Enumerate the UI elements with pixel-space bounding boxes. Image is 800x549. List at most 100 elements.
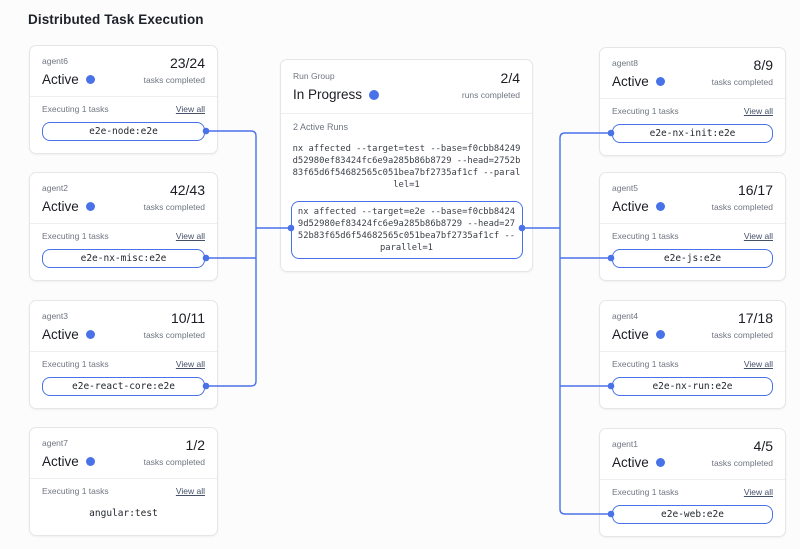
active-status-dot-icon bbox=[656, 458, 665, 467]
agent-card-body: Executing 1 tasks View all angular:test bbox=[30, 478, 217, 535]
executing-label: Executing 1 tasks bbox=[42, 359, 109, 370]
tasks-count: 17/18 bbox=[712, 311, 773, 326]
agent-status-label: Active bbox=[612, 325, 649, 344]
run-command[interactable]: nx affected --target=test --base=f0cbb84… bbox=[291, 143, 523, 191]
tasks-count: 23/24 bbox=[144, 56, 205, 71]
active-status-dot-icon bbox=[86, 202, 95, 211]
agent-status: Active bbox=[42, 452, 95, 471]
view-all-link[interactable]: View all bbox=[176, 359, 205, 370]
agent-card-header: agent5 Active 16/17 tasks completed bbox=[600, 173, 785, 223]
task-chip[interactable]: e2e-nx-run:e2e bbox=[612, 377, 773, 396]
agent-status: Active bbox=[42, 325, 95, 344]
task-label: angular:test bbox=[42, 504, 205, 523]
agent-status-label: Active bbox=[612, 197, 649, 216]
agent-card-agent5: agent5 Active 16/17 tasks completed Exec… bbox=[599, 172, 786, 281]
agent-name: agent5 bbox=[612, 183, 665, 194]
tasks-completed-label: tasks completed bbox=[144, 457, 205, 467]
agent-status: Active bbox=[42, 197, 95, 216]
agent-status-label: Active bbox=[612, 453, 649, 472]
agent-name: agent8 bbox=[612, 58, 665, 69]
agent-status-label: Active bbox=[42, 197, 79, 216]
run-group-header: Run Group In Progress 2/4 runs completed bbox=[281, 60, 532, 113]
agent-card-agent6: agent6 Active 23/24 tasks completed Exec… bbox=[29, 45, 218, 154]
distributed-task-execution-page: Distributed Task Execution agent6 Active… bbox=[0, 0, 800, 549]
executing-label: Executing 1 tasks bbox=[42, 231, 109, 242]
active-runs-label: 2 Active Runs bbox=[293, 122, 523, 133]
active-status-dot-icon bbox=[656, 330, 665, 339]
agent-card-agent3: agent3 Active 10/11 tasks completed Exec… bbox=[29, 300, 218, 409]
active-status-dot-icon bbox=[656, 202, 665, 211]
agent-name: agent7 bbox=[42, 438, 95, 449]
task-chip[interactable]: e2e-nx-misc:e2e bbox=[42, 249, 205, 268]
view-all-link[interactable]: View all bbox=[744, 106, 773, 117]
run-group-status: In Progress bbox=[293, 85, 379, 104]
tasks-count: 42/43 bbox=[144, 183, 205, 198]
agent-name: agent3 bbox=[42, 311, 95, 322]
agent-card-agent4: agent4 Active 17/18 tasks completed Exec… bbox=[599, 300, 786, 409]
agent-card-header: agent1 Active 4/5 tasks completed bbox=[600, 429, 785, 479]
agent-status: Active bbox=[612, 453, 665, 472]
agent-card-agent8: agent8 Active 8/9 tasks completed Execut… bbox=[599, 47, 786, 156]
tasks-completed-label: tasks completed bbox=[712, 77, 773, 87]
task-chip[interactable]: e2e-web:e2e bbox=[612, 505, 773, 524]
agent-status: Active bbox=[612, 72, 665, 91]
agent-card-body: Executing 1 tasks View all e2e-js:e2e bbox=[600, 223, 785, 280]
executing-label: Executing 1 tasks bbox=[42, 104, 109, 115]
view-all-link[interactable]: View all bbox=[744, 359, 773, 370]
page-title: Distributed Task Execution bbox=[28, 12, 204, 27]
view-all-link[interactable]: View all bbox=[176, 231, 205, 242]
agent-card-body: Executing 1 tasks View all e2e-web:e2e bbox=[600, 479, 785, 536]
tasks-count: 1/2 bbox=[144, 438, 205, 453]
active-status-dot-icon bbox=[86, 330, 95, 339]
runs-count: 2/4 bbox=[462, 71, 520, 86]
agent-card-agent1: agent1 Active 4/5 tasks completed Execut… bbox=[599, 428, 786, 537]
task-chip[interactable]: e2e-node:e2e bbox=[42, 122, 205, 141]
agent-card-body: Executing 1 tasks View all e2e-nx-misc:e… bbox=[30, 223, 217, 280]
agent-name: agent4 bbox=[612, 311, 665, 322]
executing-label: Executing 1 tasks bbox=[612, 231, 679, 242]
agent-status-label: Active bbox=[42, 452, 79, 471]
run-group-status-label: In Progress bbox=[293, 85, 362, 104]
tasks-count: 16/17 bbox=[712, 183, 773, 198]
agent-card-body: Executing 1 tasks View all e2e-react-cor… bbox=[30, 351, 217, 408]
agent-card-header: agent4 Active 17/18 tasks completed bbox=[600, 301, 785, 351]
tasks-count: 10/11 bbox=[144, 311, 205, 326]
agent-card-body: Executing 1 tasks View all e2e-nx-run:e2… bbox=[600, 351, 785, 408]
agent-card-header: agent2 Active 42/43 tasks completed bbox=[30, 173, 217, 223]
active-status-dot-icon bbox=[86, 75, 95, 84]
active-status-dot-icon bbox=[656, 77, 665, 86]
tasks-completed-label: tasks completed bbox=[144, 330, 205, 340]
tasks-count: 8/9 bbox=[712, 58, 773, 73]
executing-label: Executing 1 tasks bbox=[612, 106, 679, 117]
executing-label: Executing 1 tasks bbox=[42, 486, 109, 497]
agent-card-header: agent8 Active 8/9 tasks completed bbox=[600, 48, 785, 98]
agent-card-header: agent3 Active 10/11 tasks completed bbox=[30, 301, 217, 351]
agent-name: agent2 bbox=[42, 183, 95, 194]
agent-status-label: Active bbox=[612, 72, 649, 91]
agent-status-label: Active bbox=[42, 70, 79, 89]
agent-card-body: Executing 1 tasks View all e2e-nx-init:e… bbox=[600, 98, 785, 155]
tasks-count: 4/5 bbox=[712, 439, 773, 454]
tasks-completed-label: tasks completed bbox=[712, 458, 773, 468]
agent-card-agent2: agent2 Active 42/43 tasks completed Exec… bbox=[29, 172, 218, 281]
task-chip[interactable]: e2e-js:e2e bbox=[612, 249, 773, 268]
view-all-link[interactable]: View all bbox=[744, 231, 773, 242]
tasks-completed-label: tasks completed bbox=[712, 330, 773, 340]
agent-card-header: agent7 Active 1/2 tasks completed bbox=[30, 428, 217, 478]
tasks-completed-label: tasks completed bbox=[712, 202, 773, 212]
task-chip[interactable]: e2e-nx-init:e2e bbox=[612, 124, 773, 143]
agent-status: Active bbox=[42, 70, 95, 89]
tasks-completed-label: tasks completed bbox=[144, 75, 205, 85]
agent-name: agent6 bbox=[42, 56, 95, 67]
executing-label: Executing 1 tasks bbox=[612, 359, 679, 370]
view-all-link[interactable]: View all bbox=[176, 104, 205, 115]
run-command-active[interactable]: nx affected --target=e2e --base=f0cbb842… bbox=[291, 201, 523, 259]
agent-card-header: agent6 Active 23/24 tasks completed bbox=[30, 46, 217, 96]
agent-status: Active bbox=[612, 197, 665, 216]
executing-label: Executing 1 tasks bbox=[612, 487, 679, 498]
view-all-link[interactable]: View all bbox=[744, 487, 773, 498]
run-group-body: 2 Active Runs nx affected --target=test … bbox=[281, 113, 532, 271]
agent-card-agent7: agent7 Active 1/2 tasks completed Execut… bbox=[29, 427, 218, 536]
task-chip[interactable]: e2e-react-core:e2e bbox=[42, 377, 205, 396]
view-all-link[interactable]: View all bbox=[176, 486, 205, 497]
